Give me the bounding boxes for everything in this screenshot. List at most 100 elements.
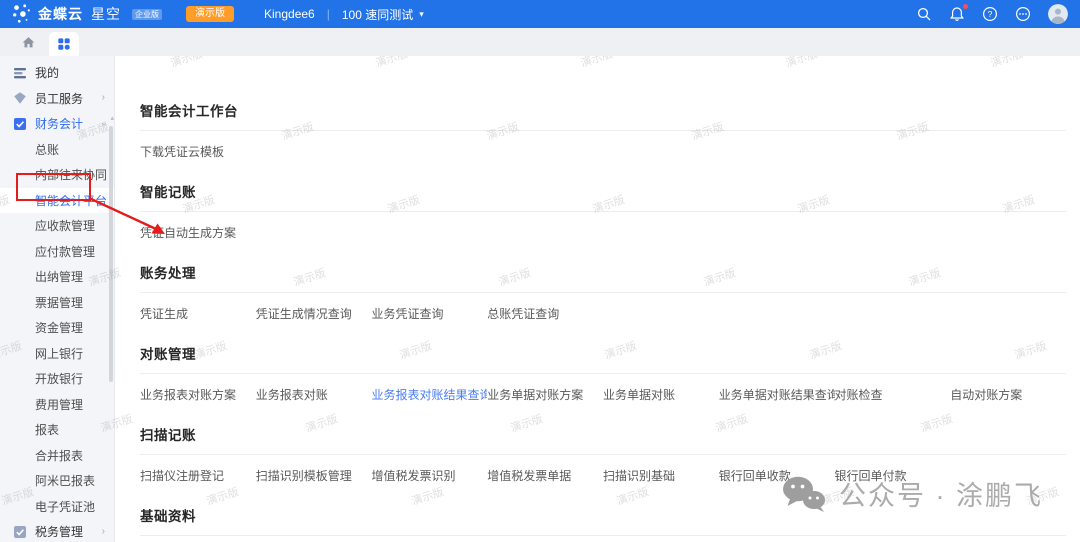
chevron-right-icon: › xyxy=(102,93,105,103)
sidebar-item[interactable]: 报表 xyxy=(0,417,114,443)
module-link[interactable]: 业务单据对账 xyxy=(603,386,719,403)
app-menu-tab-active[interactable] xyxy=(49,32,79,56)
scrollbar-up-icon[interactable]: ▴ xyxy=(110,114,114,122)
module-link[interactable]: 业务报表对账结果查询☆ xyxy=(372,386,488,403)
brand-sub-name: 星空 xyxy=(91,4,121,24)
help-icon[interactable]: ? xyxy=(982,6,998,22)
topbar: 金蝶云星空 企业版 演示版 Kingdee6 | 100 速同测试 ▾ ? xyxy=(0,0,1080,28)
sidebar-item-label: 我的 xyxy=(35,64,59,81)
section: 基础资料分录类型凭证模板凭证模板查询单据合并方案 xyxy=(140,505,1066,542)
sidebar-item[interactable]: 合并报表 xyxy=(0,443,114,469)
app-logo: 金蝶云星空 企业版 xyxy=(12,3,162,25)
edition-badge: 企业版 xyxy=(132,9,162,20)
kingdee-logo-icon xyxy=(12,3,32,25)
module-link[interactable]: 业务凭证查询 xyxy=(372,305,488,322)
sidebar-item[interactable]: 总账 xyxy=(0,137,114,163)
section-title: 扫描记账 xyxy=(140,424,1066,455)
more-options-icon[interactable] xyxy=(1015,6,1031,22)
demo-version-badge[interactable]: 演示版 xyxy=(186,6,234,22)
module-link[interactable]: 总账凭证查询 xyxy=(487,305,603,322)
module-link[interactable]: 业务报表对账方案 xyxy=(140,386,256,403)
sidebar-item-label: 资金管理 xyxy=(35,319,83,336)
section-title: 智能会计工作台 xyxy=(140,100,1066,131)
my-icon xyxy=(13,66,27,80)
topbar-divider: | xyxy=(327,7,330,21)
chevron-right-icon: › xyxy=(102,527,105,537)
sidebar-item[interactable]: 应付款管理 xyxy=(0,239,114,265)
sidebar-item[interactable]: 税务管理 › xyxy=(0,519,114,542)
sidebar-item-label: 出纳管理 xyxy=(35,268,83,285)
module-link[interactable]: 业务单据对账方案 xyxy=(487,386,603,403)
sidebar-item[interactable]: 资金管理 xyxy=(0,315,114,341)
module-link[interactable]: 增值税发票识别 xyxy=(372,467,488,484)
home-tab[interactable] xyxy=(12,28,45,56)
sidebar-item-label: 合并报表 xyxy=(35,447,83,464)
sidebar-item-label: 税务管理 xyxy=(35,523,83,540)
sidebar-item[interactable]: 应收款管理 xyxy=(0,213,114,239)
sidebar-item-label: 阿米巴报表 xyxy=(35,472,95,489)
section-items: 凭证自动生成方案 xyxy=(140,224,1066,241)
module-link[interactable]: 对账检查 xyxy=(835,386,951,403)
section-items: 扫描仪注册登记扫描识别模板管理增值税发票识别增值税发票单据扫描识别基础银行回单收… xyxy=(140,467,1066,484)
sidebar-item[interactable]: 电子凭证池 xyxy=(0,494,114,520)
module-link[interactable]: 银行回单收款 xyxy=(719,467,835,484)
tenant-switcher[interactable]: 100 速同测试 ▾ xyxy=(342,6,424,23)
module-link[interactable]: 扫描仪注册登记 xyxy=(140,467,256,484)
module-link[interactable]: 扫描识别模板管理 xyxy=(256,467,372,484)
module-overview: 智能会计工作台下载凭证云模板智能记账凭证自动生成方案账务处理凭证生成凭证生成情况… xyxy=(115,56,1080,542)
section-title: 对账管理 xyxy=(140,343,1066,374)
module-link[interactable]: 下载凭证云模板 xyxy=(140,143,256,160)
module-link[interactable]: 凭证生成 xyxy=(140,305,256,322)
svg-text:?: ? xyxy=(988,9,993,19)
sidebar-item[interactable]: 内部往来协同 xyxy=(0,162,114,188)
notification-bell-icon[interactable] xyxy=(949,6,965,22)
sidebar-item-label: 费用管理 xyxy=(35,396,83,413)
user-avatar[interactable] xyxy=(1048,4,1068,24)
page-body: 我的员工服务›财务会计› 总账内部往来协同智能会计平台应收款管理应付款管理出纳管理… xyxy=(0,56,1080,542)
section: 扫描记账扫描仪注册登记扫描识别模板管理增值税发票识别增值税发票单据扫描识别基础银… xyxy=(140,424,1066,484)
section: 智能记账凭证自动生成方案 xyxy=(140,181,1066,241)
sidebar-item-label: 网上银行 xyxy=(35,345,83,362)
sidebar-item-label: 应收款管理 xyxy=(35,217,95,234)
module-sections: 智能会计工作台下载凭证云模板智能记账凭证自动生成方案账务处理凭证生成凭证生成情况… xyxy=(140,100,1066,542)
brand-name: 金蝶云 xyxy=(38,4,83,24)
module-link[interactable]: 凭证自动生成方案 xyxy=(140,224,256,241)
sidebar-item-label: 报表 xyxy=(35,421,59,438)
sidebar-item-label: 内部往来协同 xyxy=(35,166,107,183)
sidebar-item[interactable]: 网上银行 xyxy=(0,341,114,367)
chevron-down-icon: › xyxy=(98,122,108,125)
sidebar-item-label: 开放银行 xyxy=(35,370,83,387)
tabbar xyxy=(0,28,1080,56)
sidebar-item[interactable]: 出纳管理 xyxy=(0,264,114,290)
sidebar-scrollbar[interactable] xyxy=(109,126,113,382)
sidebar-item[interactable]: 费用管理 xyxy=(0,392,114,418)
section-items: 业务报表对账方案业务报表对账业务报表对账结果查询☆业务单据对账方案业务单据对账业… xyxy=(140,386,1066,403)
section: 账务处理凭证生成凭证生成情况查询业务凭证查询总账凭证查询 xyxy=(140,262,1066,322)
sidebar: 我的员工服务›财务会计› 总账内部往来协同智能会计平台应收款管理应付款管理出纳管理… xyxy=(0,56,115,542)
sidebar-item-label: 电子凭证池 xyxy=(35,498,95,515)
sidebar-item[interactable]: 财务会计› xyxy=(0,111,114,137)
module-link[interactable]: 凭证生成情况查询 xyxy=(256,305,372,322)
section-title: 基础资料 xyxy=(140,505,1066,536)
module-link[interactable]: 增值税发票单据 xyxy=(487,467,603,484)
sidebar-item[interactable]: 票据管理 xyxy=(0,290,114,316)
module-link[interactable]: 银行回单付款 xyxy=(835,467,951,484)
module-link[interactable]: 业务报表对账 xyxy=(256,386,372,403)
section-items: 下载凭证云模板 xyxy=(140,143,1066,160)
module-link[interactable]: 自动对账方案 xyxy=(950,386,1066,403)
sidebar-item[interactable]: 阿米巴报表 xyxy=(0,468,114,494)
sidebar-item-label: 总账 xyxy=(35,141,59,158)
home-icon xyxy=(21,35,36,50)
sidebar-item-label: 智能会计平台 xyxy=(35,192,107,209)
sidebar-item[interactable]: 我的 xyxy=(0,60,114,86)
sidebar-item[interactable]: 员工服务› xyxy=(0,86,114,112)
module-link[interactable]: 业务单据对账结果查询 xyxy=(719,386,835,403)
module-link[interactable]: 扫描识别基础 xyxy=(603,467,719,484)
sidebar-item[interactable]: 开放银行 xyxy=(0,366,114,392)
search-icon[interactable] xyxy=(916,6,932,22)
sidebar-item[interactable]: 智能会计平台 xyxy=(0,188,114,214)
section: 对账管理业务报表对账方案业务报表对账业务报表对账结果查询☆业务单据对账方案业务单… xyxy=(140,343,1066,403)
tenant-name: 100 速同测试 xyxy=(342,6,413,23)
finance-accounting-icon xyxy=(13,117,27,131)
section-items: 凭证生成凭证生成情况查询业务凭证查询总账凭证查询 xyxy=(140,305,1066,322)
